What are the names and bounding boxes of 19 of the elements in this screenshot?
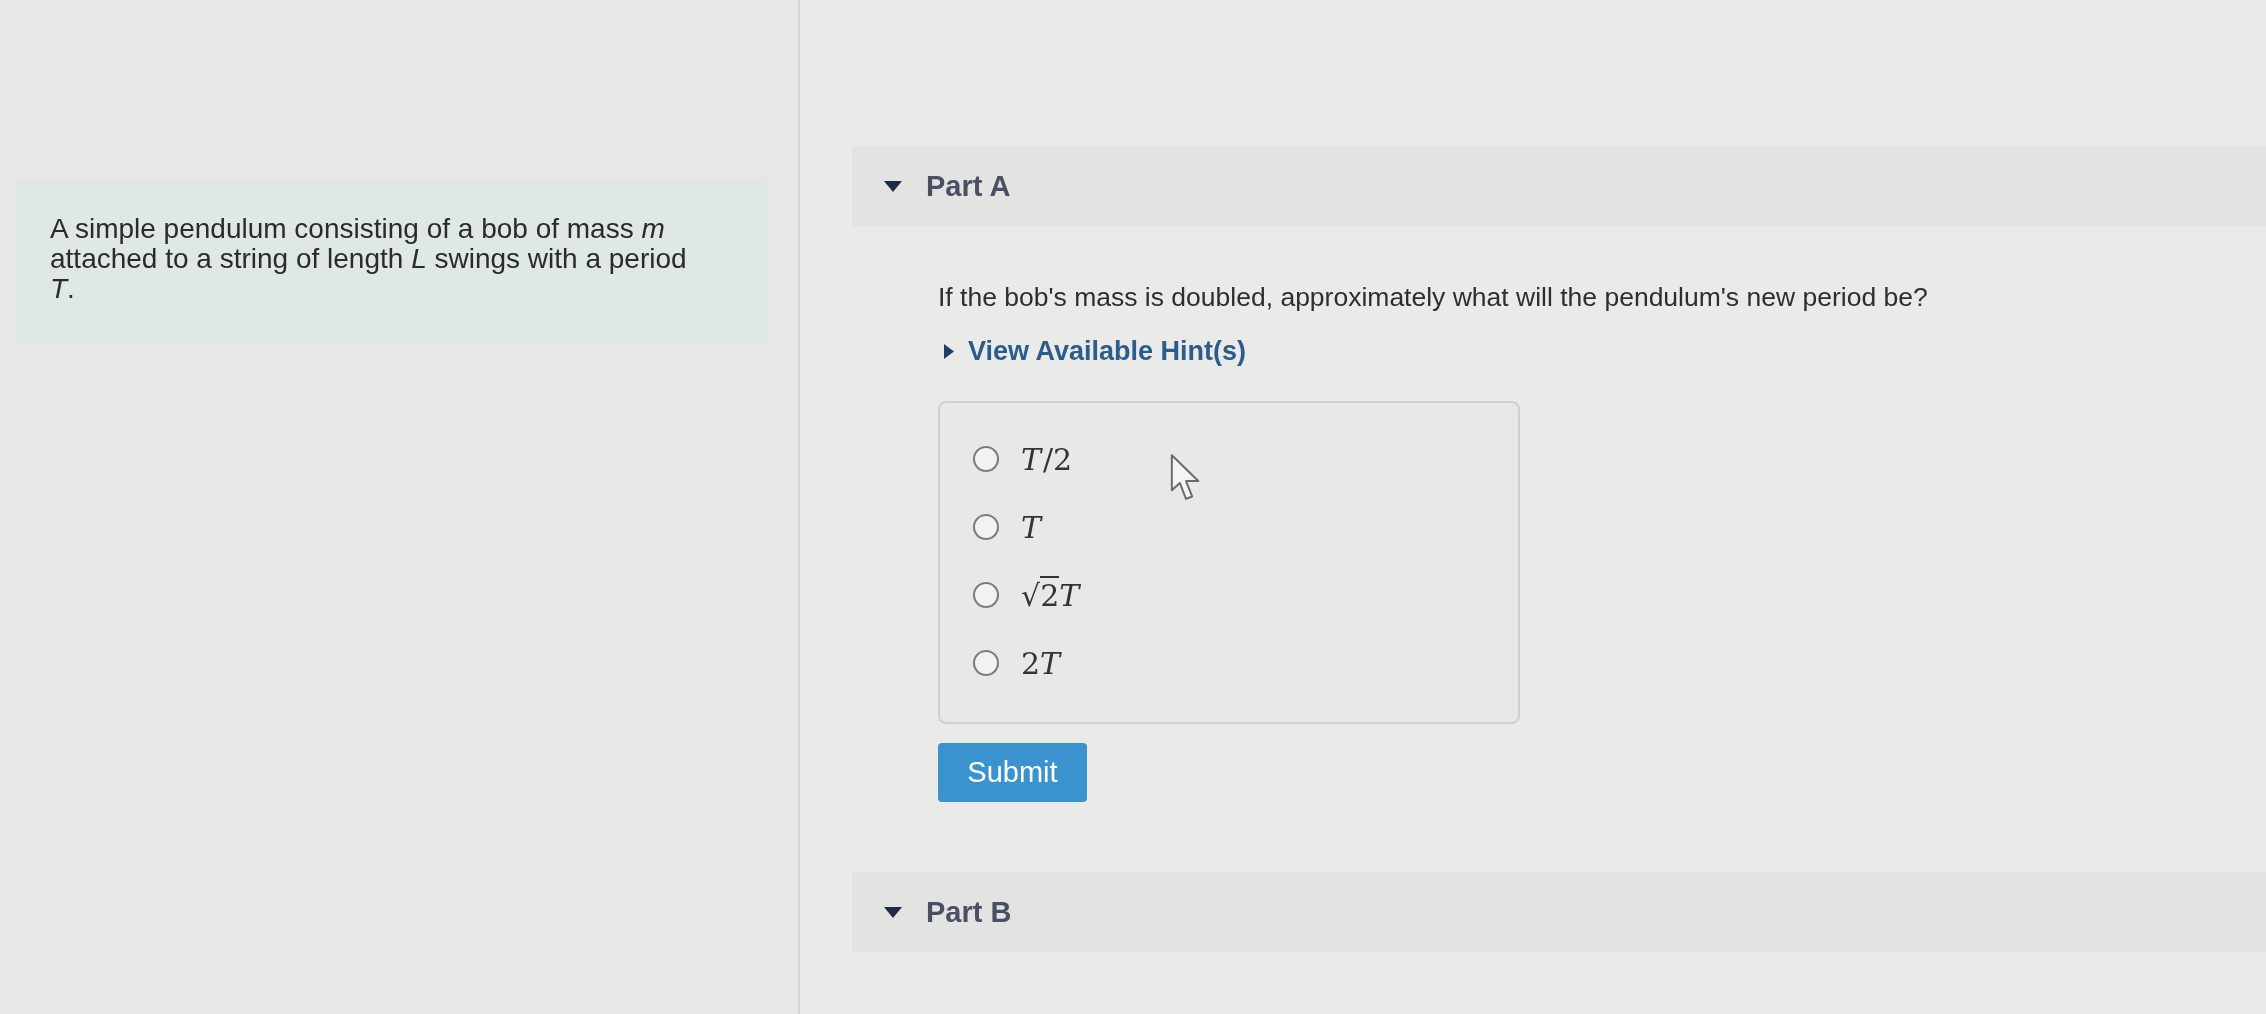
part-title: Part A	[926, 169, 1011, 203]
part-title: Part B	[926, 895, 1012, 929]
radio-button[interactable]	[973, 650, 999, 676]
view-hints-link[interactable]: View Available Hint(s)	[944, 336, 1247, 367]
choice-text[interactable]: √2T	[1021, 577, 1080, 613]
choice-text[interactable]: 2T	[1021, 645, 1061, 681]
choice-text[interactable]: T/2	[1021, 441, 1073, 477]
radio-button[interactable]	[973, 446, 999, 472]
choice-text[interactable]: T	[1021, 509, 1041, 545]
problem-text: A simple pendulum consisting of a bob of mass m attached to a string of length L swings with a period T.	[50, 214, 688, 304]
radio-button[interactable]	[973, 514, 999, 540]
part-header[interactable]: Part A	[852, 146, 2266, 226]
question-text: If the bob's mass is doubled, approximately what will the pendulum's new period be?	[938, 282, 1929, 312]
radio-button[interactable]	[973, 582, 999, 608]
caret-right-icon	[944, 344, 954, 359]
mouse-pointer-icon	[1170, 453, 1202, 503]
caret-down-icon	[884, 180, 902, 192]
caret-down-icon	[884, 906, 902, 918]
part-header[interactable]: Part B	[852, 872, 2266, 952]
